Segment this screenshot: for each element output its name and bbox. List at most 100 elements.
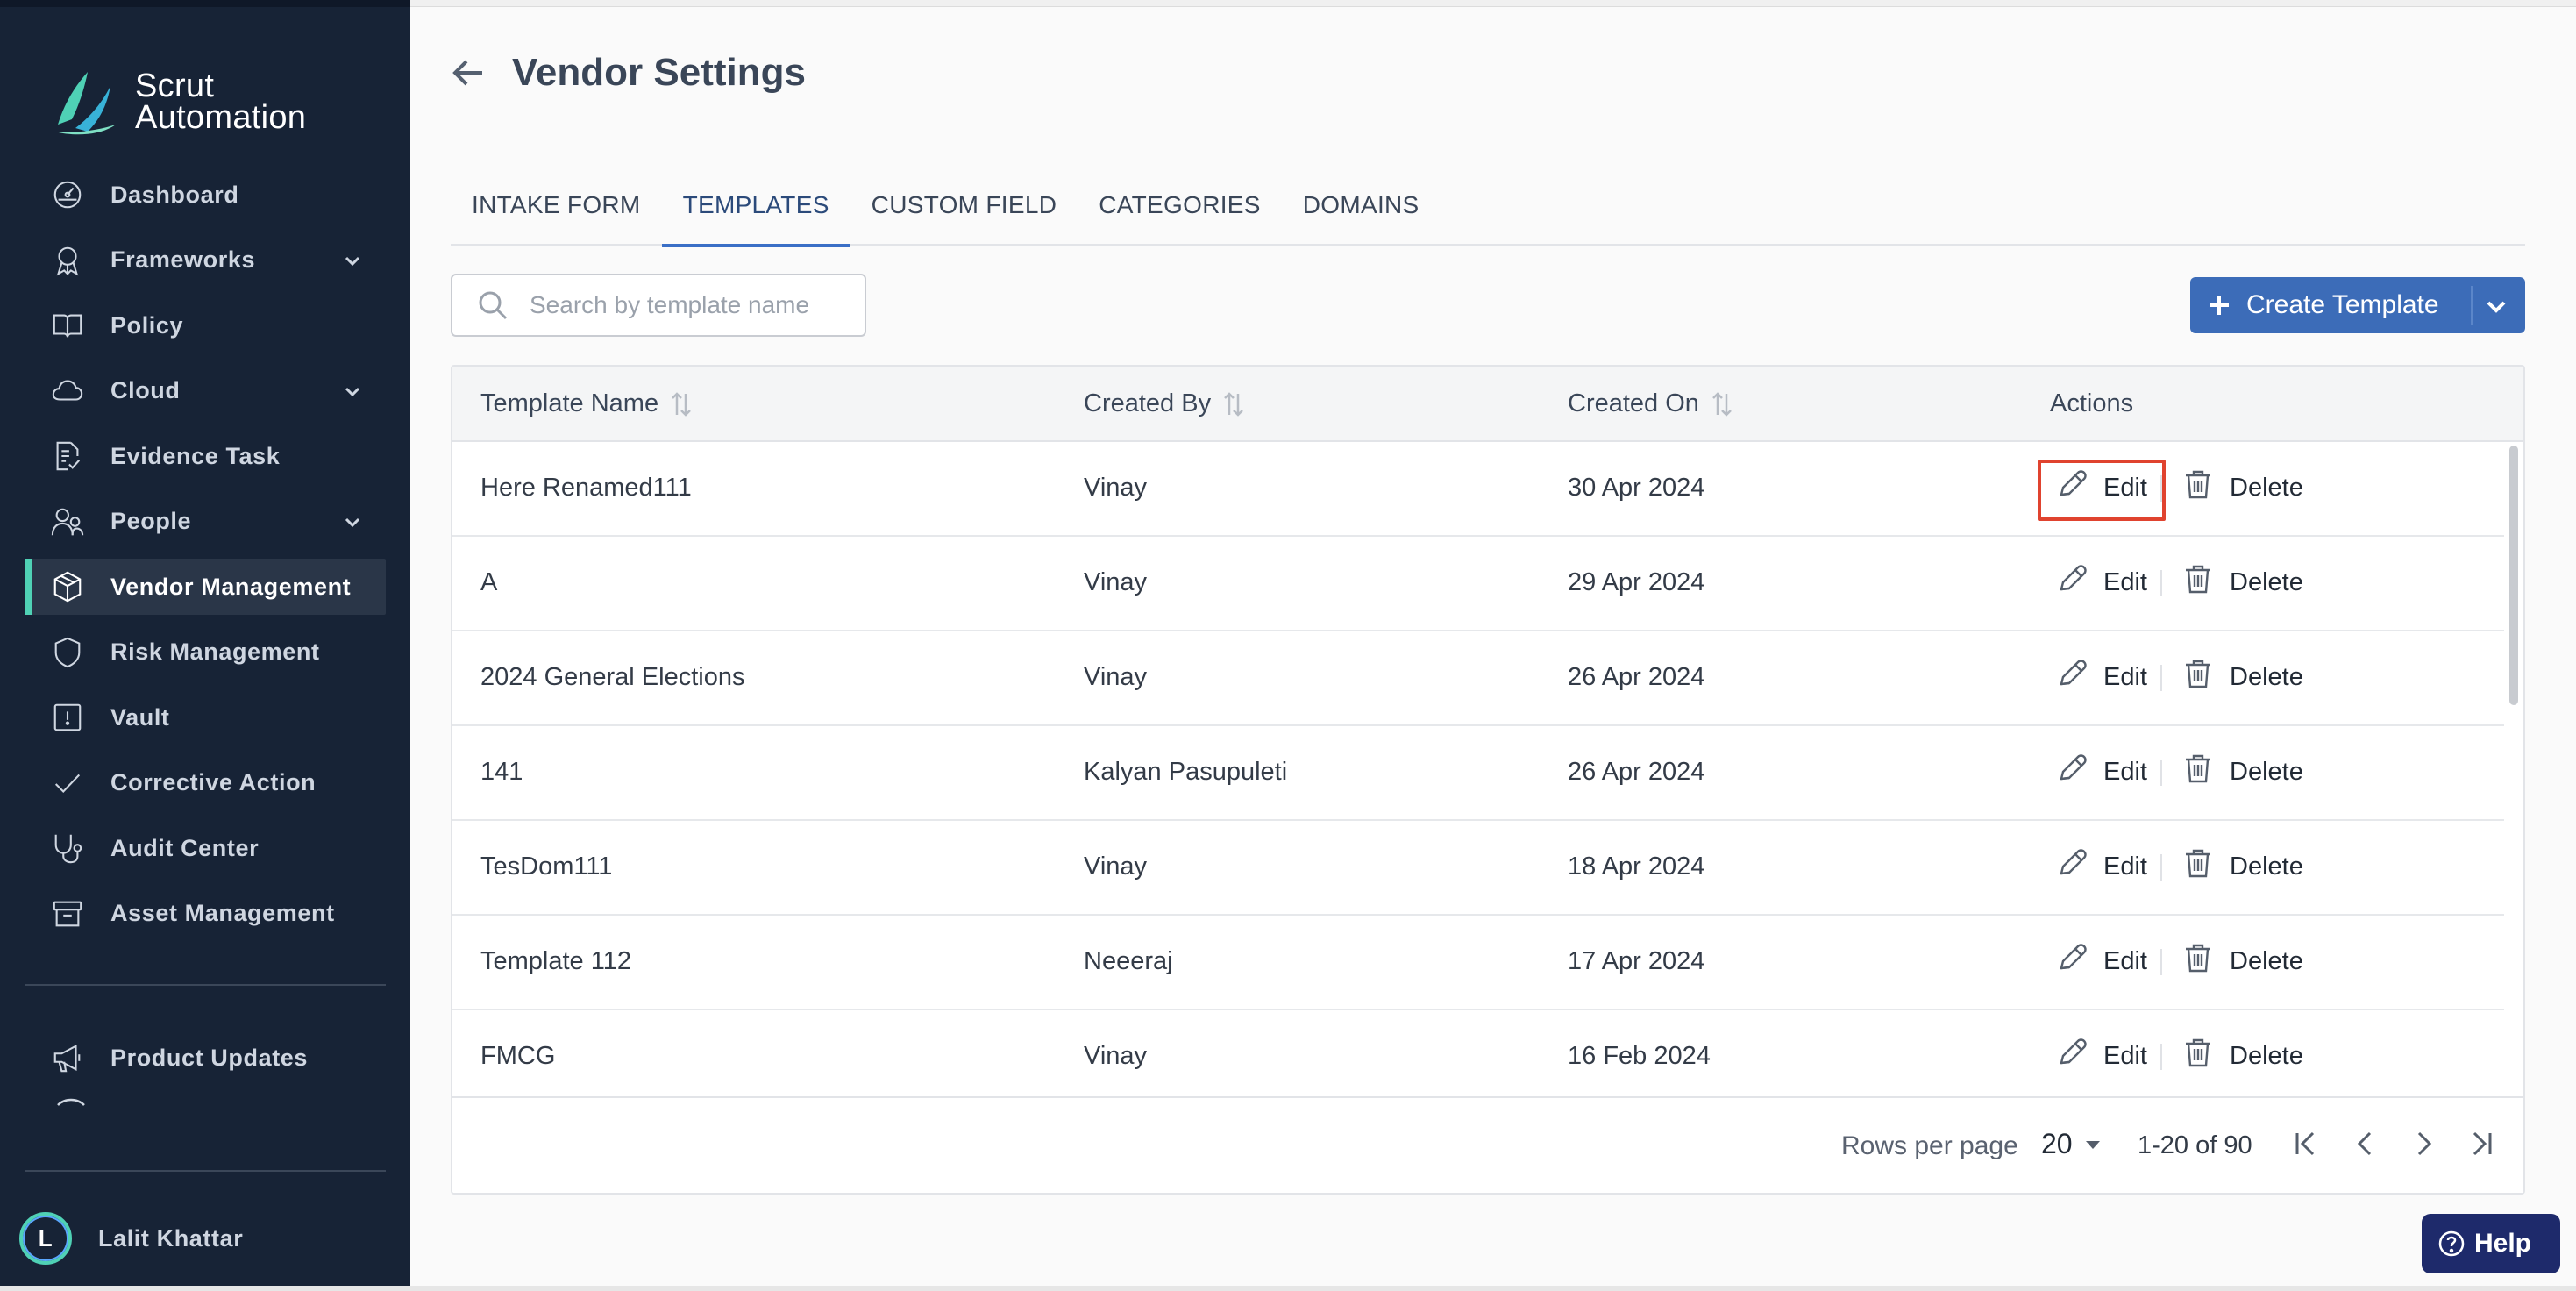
delete-button[interactable]: Delete <box>2181 940 2303 982</box>
page-header: Vendor Settings <box>449 51 806 95</box>
sidebar-item-vendor-management[interactable]: Vendor Management <box>25 559 386 615</box>
tab-custom-field[interactable]: CUSTOM FIELD <box>850 172 1078 246</box>
edit-icon <box>2054 1035 2103 1077</box>
brand-logo[interactable]: Scrut Automation <box>49 67 306 137</box>
create-template-label: Create Template <box>2246 290 2439 319</box>
delete-button[interactable]: Delete <box>2181 845 2303 888</box>
rows-per-page-select[interactable]: 20 <box>2041 1128 2104 1160</box>
trash-icon <box>2181 561 2230 603</box>
sidebar-item-product-updates[interactable]: Product Updates <box>25 1030 386 1086</box>
search-box[interactable] <box>451 274 866 337</box>
caret-down-icon <box>2085 1140 2100 1149</box>
first-page-icon[interactable] <box>2288 1126 2323 1161</box>
sidebar-item-risk-management[interactable]: Risk Management <box>25 624 386 681</box>
table-row[interactable]: Template 112 Neeeraj 17 Apr 2024 Edit Delete <box>452 916 2504 1010</box>
search-input[interactable] <box>530 291 845 319</box>
edit-icon <box>2054 845 2103 888</box>
sort-icon[interactable] <box>1221 390 1246 418</box>
edit-button[interactable]: Edit <box>2054 751 2147 793</box>
help-icon <box>2438 1230 2465 1257</box>
delete-button[interactable]: Delete <box>2181 751 2303 793</box>
sidebar-item-people[interactable]: People <box>25 494 386 550</box>
created-by-cell: Vinay <box>1084 474 1148 502</box>
cloud-icon <box>49 373 86 410</box>
megaphone-icon <box>49 1039 86 1076</box>
help-label: Help <box>2474 1229 2532 1258</box>
edit-button[interactable]: Edit <box>2054 1035 2147 1077</box>
action-separator <box>2160 854 2162 881</box>
sidebar-item-audit-center[interactable]: Audit Center <box>25 820 386 876</box>
sidebar-item-label: Asset Management <box>110 900 335 926</box>
column-header-template-name[interactable]: Template Name <box>480 389 694 418</box>
sidebar-updates: Product Updates <box>25 1030 386 1106</box>
prev-page-icon[interactable] <box>2348 1126 2383 1161</box>
created-on-cell: 29 Apr 2024 <box>1568 568 1705 596</box>
tab-categories[interactable]: CATEGORIES <box>1078 172 1282 246</box>
sort-icon[interactable] <box>669 390 694 418</box>
sort-icon[interactable] <box>1710 390 1734 418</box>
tab-intake-form[interactable]: INTAKE FORM <box>451 172 662 246</box>
next-page-icon[interactable] <box>2406 1126 2441 1161</box>
sidebar-item-policy[interactable]: Policy <box>25 297 386 353</box>
last-page-icon[interactable] <box>2464 1126 2499 1161</box>
edit-button[interactable]: Edit <box>2054 940 2147 982</box>
delete-button[interactable]: Delete <box>2181 656 2303 698</box>
table-row[interactable]: 2024 General Elections Vinay 26 Apr 2024 Ed… <box>452 631 2504 726</box>
help-button[interactable]: Help <box>2422 1214 2560 1273</box>
top-border <box>410 0 2576 7</box>
sidebar-item-asset-management[interactable]: Asset Management <box>25 886 386 942</box>
sidebar-item-label: Audit Center <box>110 834 260 861</box>
chevron-down-icon[interactable] <box>2483 293 2509 319</box>
sidebar-item-dashboard[interactable]: Dashboard <box>25 167 386 223</box>
template-name-cell: FMCG <box>480 1042 556 1070</box>
sidebar-item-label: Vendor Management <box>110 573 352 600</box>
award-icon <box>49 242 86 279</box>
sidebar-item-vault[interactable]: Vault <box>25 689 386 745</box>
brand-name-line1: Scrut <box>135 68 215 104</box>
edit-button[interactable]: Edit <box>2054 467 2147 509</box>
delete-button[interactable]: Delete <box>2181 561 2303 603</box>
template-name-cell: Template 112 <box>480 947 631 975</box>
table-row[interactable]: A Vinay 29 Apr 2024 Edit Delete <box>452 537 2504 631</box>
chevron-down-icon[interactable] <box>342 511 363 532</box>
sidebar-item-label: People <box>110 508 192 534</box>
sidebar-item-cloud[interactable]: Cloud <box>25 363 386 419</box>
table-row[interactable]: 141 Kalyan Pasupuleti 26 Apr 2024 Edit Delet… <box>452 726 2504 821</box>
edit-icon <box>2054 561 2103 603</box>
table-row[interactable]: FMCG Vinay 16 Feb 2024 Edit Delete <box>452 1010 2504 1100</box>
sidebar-item-evidence-task[interactable]: Evidence Task <box>25 428 386 484</box>
sidebar-item-corrective-action[interactable]: Corrective Action <box>25 755 386 811</box>
action-separator <box>2160 760 2162 786</box>
scrollbar[interactable] <box>2509 446 2518 705</box>
chevron-down-icon[interactable] <box>342 250 363 271</box>
table-row[interactable]: TesDom111 Vinay 18 Apr 2024 Edit Delete <box>452 821 2504 916</box>
user-profile[interactable]: L Lalit Khattar <box>19 1212 243 1265</box>
user-name: Lalit Khattar <box>98 1224 244 1252</box>
tab-templates[interactable]: TEMPLATES <box>661 172 850 247</box>
delete-button[interactable]: Delete <box>2181 1035 2303 1077</box>
create-template-button[interactable]: Create Template <box>2190 277 2525 333</box>
people-icon <box>49 503 86 540</box>
edit-button[interactable]: Edit <box>2054 845 2147 888</box>
chevron-down-icon[interactable] <box>342 381 363 402</box>
edit-button[interactable]: Edit <box>2054 656 2147 698</box>
box-icon <box>49 568 86 605</box>
pagination: Rows per page 20 1-20 of 90 <box>452 1096 2523 1193</box>
column-header-created-on[interactable]: Created On <box>1568 389 1734 418</box>
archive-icon <box>49 895 86 932</box>
delete-button[interactable]: Delete <box>2181 467 2303 509</box>
back-arrow-icon[interactable] <box>449 53 487 92</box>
edit-button[interactable]: Edit <box>2054 561 2147 603</box>
table-row[interactable]: Here Renamed111 Vinay 30 Apr 2024 Edit Delet… <box>452 442 2504 537</box>
sidebar-item-frameworks[interactable]: Frameworks <box>25 232 386 289</box>
tab-domains[interactable]: DOMAINS <box>1282 172 1441 246</box>
column-header-actions: Actions <box>2050 389 2134 417</box>
trash-icon <box>2181 845 2230 888</box>
action-separator <box>2160 475 2162 502</box>
partial-icon <box>57 1098 85 1106</box>
edit-icon <box>2054 656 2103 698</box>
action-separator <box>2160 949 2162 975</box>
sidebar-item-label: Vault <box>110 703 170 731</box>
column-header-created-by[interactable]: Created By <box>1084 389 1246 418</box>
created-by-cell: Kalyan Pasupuleti <box>1084 758 1288 786</box>
